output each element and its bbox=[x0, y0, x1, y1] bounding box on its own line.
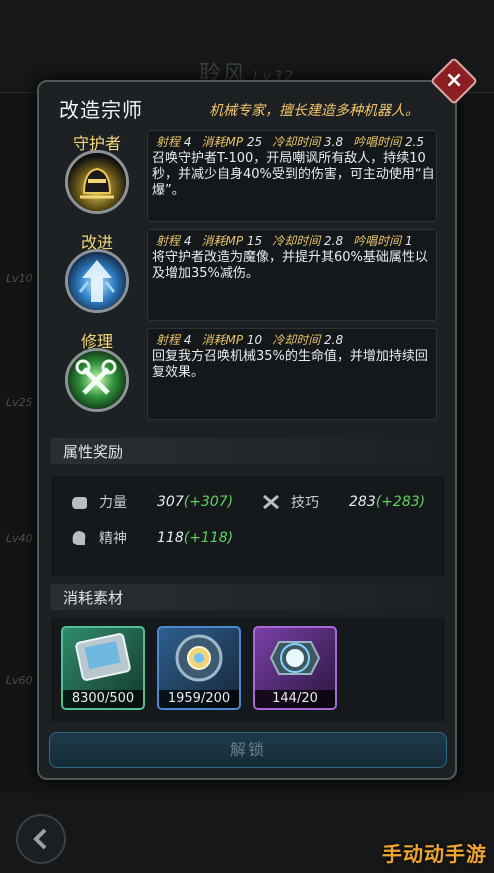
material-slot[interactable]: 144/20 bbox=[253, 626, 337, 710]
skill-stats: 射程 4 消耗MP 25 冷却时间 3.8 吟唱时间 2.5 bbox=[156, 135, 425, 149]
attributes-header: 属性奖励 bbox=[51, 438, 445, 464]
wrench-repair-icon[interactable] bbox=[65, 348, 129, 412]
fist-icon bbox=[72, 497, 87, 509]
skill-info-box: 射程 4 消耗MP 10 冷却时间 2.8 回复我方召唤机械35%的生命值，并增加持… bbox=[147, 328, 437, 420]
attribute-spirit: 精神 118 (+118) bbox=[69, 528, 233, 548]
material-count: 1959/200 bbox=[159, 690, 239, 708]
helmet-guardian-icon[interactable] bbox=[65, 150, 129, 214]
crossed-tools-icon bbox=[263, 494, 279, 510]
side-level-label: Lv40 bbox=[6, 532, 33, 545]
material-slot[interactable]: 1959/200 bbox=[157, 626, 241, 710]
skill-description: 回复我方召唤机械35%的生命值，并增加持续回复效果。 bbox=[152, 349, 428, 380]
material-count: 144/20 bbox=[255, 690, 335, 708]
side-level-label: Lv60 bbox=[6, 674, 33, 687]
material-slot[interactable]: 8300/500 bbox=[61, 626, 145, 710]
skill-dialog: 改造宗师 机械专家，擅长建造多种机器人。 守护者 射程 4 消耗MP 25 冷却时间… bbox=[37, 80, 457, 780]
watermark: 手动动手游 bbox=[382, 842, 487, 866]
skill-stats: 射程 4 消耗MP 15 冷却时间 2.8 吟唱时间 1 bbox=[156, 234, 413, 248]
chevron-left-icon bbox=[33, 828, 47, 850]
attribute-strength: 力量 307 (+307) bbox=[69, 492, 233, 512]
dialog-title: 改造宗师 bbox=[59, 98, 143, 122]
skill-description: 召唤守护者T-100，开局嘲讽所有敌人，持续10秒，并减少自身40%受到的伤害，… bbox=[152, 151, 435, 198]
mech-core-icon bbox=[175, 634, 223, 682]
energy-core-icon bbox=[269, 641, 321, 675]
skill-stats: 射程 4 消耗MP 10 冷却时间 2.8 bbox=[156, 333, 344, 347]
side-level-label: Lv10 bbox=[6, 272, 33, 285]
attribute-skill: 技巧 283 (+283) bbox=[261, 492, 425, 512]
head-mind-icon bbox=[72, 531, 86, 545]
skill-info-box: 射程 4 消耗MP 15 冷却时间 2.8 吟唱时间 1 将守护者改造为魔像，并提升其… bbox=[147, 229, 437, 321]
close-x-icon: × bbox=[444, 68, 464, 93]
side-level-label: Lv25 bbox=[6, 396, 33, 409]
materials-panel: 8300/500 1959/200 144/20 bbox=[51, 618, 445, 722]
circuit-chip-icon bbox=[75, 633, 131, 681]
skill-info-box: 射程 4 消耗MP 25 冷却时间 3.8 吟唱时间 2.5 召唤守护者T-100，开… bbox=[147, 130, 437, 222]
skill-row: 改进 射程 4 消耗MP 15 冷却时间 2.8 吟唱时间 1 将守护者改造为魔像，并… bbox=[57, 229, 441, 325]
dialog-description: 机械专家，擅长建造多种机器人。 bbox=[209, 103, 419, 119]
unlock-button[interactable]: 解锁 bbox=[49, 732, 447, 768]
skill-row: 修理 射程 4 消耗MP 10 冷却时间 2.8 回复我方召唤机械35%的生命值，并… bbox=[57, 328, 441, 424]
back-button[interactable] bbox=[16, 814, 66, 864]
attributes-panel: 力量 307 (+307) 技巧 283 (+283) 精神 118 (+118) bbox=[51, 476, 445, 576]
skill-description: 将守护者改造为魔像，并提升其60%基础属性以及增加35%减伤。 bbox=[152, 250, 428, 281]
skill-row: 守护者 射程 4 消耗MP 25 冷却时间 3.8 吟唱时间 2.5 召唤守护者T-1… bbox=[57, 130, 441, 226]
material-count: 8300/500 bbox=[63, 690, 143, 708]
materials-header: 消耗素材 bbox=[51, 584, 445, 610]
upgrade-arrow-icon[interactable] bbox=[65, 249, 129, 313]
